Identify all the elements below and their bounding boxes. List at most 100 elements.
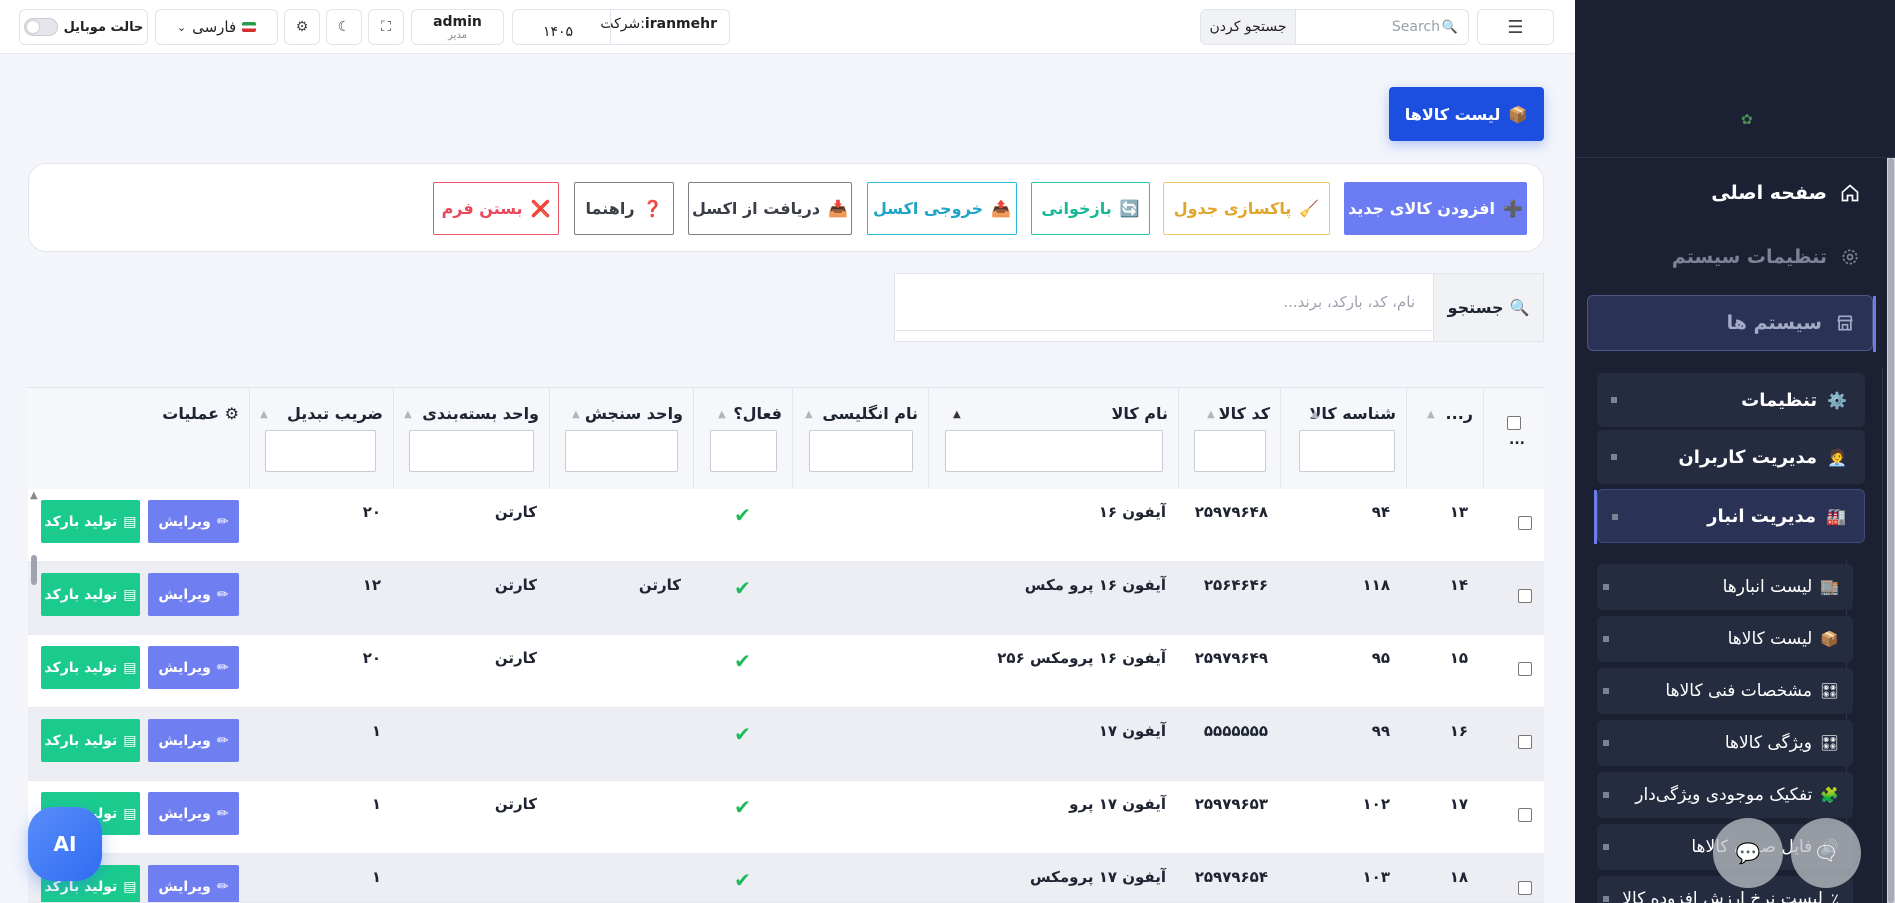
table-row[interactable]: ۱۷ ۱۰۲ ۲۵۹۷۹۶۵۳ آیفون ۱۷ پرو ✔ کارتن ۱ ✏… [28, 781, 1544, 854]
column-menu[interactable]: ... [1509, 432, 1525, 448]
warehouse-icon: 🏭 [1826, 506, 1846, 526]
generate-barcode-button[interactable]: ▤ تولید بارکد [41, 646, 140, 689]
row-checkbox[interactable] [1518, 881, 1532, 895]
col-row[interactable]: ر... ▲ [1406, 388, 1483, 489]
row-checkbox[interactable] [1518, 735, 1532, 749]
menu-toggle-button[interactable]: ☰ [1477, 9, 1554, 45]
settings-button[interactable]: ⚙ [284, 9, 320, 45]
cell-package-unit [393, 708, 537, 781]
fullscreen-button[interactable]: ⛶ [368, 9, 404, 45]
sidebar-leaf-stock-split[interactable]: 🧩 تفکیک موجودی ویژگی‌دار [1597, 772, 1853, 818]
filter-input[interactable] [409, 430, 534, 472]
chat-float-button[interactable]: 💬 [1713, 818, 1783, 888]
sidebar-item-systems[interactable]: سیستم ها [1587, 295, 1876, 352]
sidebar-item-settings[interactable]: ⚙️ تنظیمات [1597, 373, 1865, 427]
sort-icon[interactable]: ▲ [1207, 409, 1215, 420]
sidebar-scrollbar[interactable] [1887, 158, 1895, 903]
ai-assistant-button[interactable]: AI [28, 807, 102, 881]
generate-barcode-button[interactable]: ▤ تولید بارکد [41, 500, 140, 543]
sort-icon[interactable]: ▲ [1311, 409, 1319, 420]
col-english-name[interactable]: نام انگلیسی ▲ [792, 388, 928, 489]
table-row[interactable]: ۱۳ ۹۴ ۲۵۹۷۹۶۴۸ آیفون ۱۶ ✔ کارتن ۲۰ ✏ ویرا… [28, 489, 1544, 562]
mobile-mode-toggle[interactable]: حالت موبایل [19, 9, 148, 45]
cell-english-name [792, 854, 916, 902]
table-row[interactable]: ۱۶ ۹۹ ۵۵۵۵۵۵۵ آیفون ۱۷ ✔ ۱ ✏ ویرایش ▤ تولی… [28, 708, 1544, 781]
filter-input[interactable] [710, 430, 777, 472]
question-icon: ❓ [642, 199, 663, 218]
col-package-unit[interactable]: واحد بسته‌بندی ▲ [393, 388, 549, 489]
edit-button[interactable]: ✏ ویرایش [148, 646, 239, 689]
cell-product-code: ۲۵۹۷۹۶۵۴ [1194, 868, 1268, 886]
sidebar-leaf-products[interactable]: 📦 لیست کالاها [1597, 616, 1853, 662]
pencil-icon: ✏ [216, 513, 229, 530]
table-row[interactable]: ۱۵ ۹۵ ۲۵۹۷۹۶۴۹ آیفون ۱۶ پرومکس ۲۵۶ ✔ کار… [28, 635, 1544, 708]
sidebar-item-home[interactable]: صفحه اصلی [1711, 182, 1861, 204]
sidebar-item-user-management[interactable]: 🧑‍💼 مدیریت کاربران [1597, 430, 1865, 484]
row-checkbox[interactable] [1518, 808, 1532, 822]
row-checkbox[interactable] [1518, 589, 1532, 603]
col-factor[interactable]: ضریب تبدیل ▲ [249, 388, 393, 489]
product-search-input[interactable] [895, 274, 1433, 331]
magnifier-icon: 🔍 [1509, 298, 1530, 317]
sort-icon[interactable]: ▲ [404, 409, 412, 420]
language-select[interactable]: فارسی ⌄ [155, 9, 278, 45]
clean-table-button[interactable]: 🧹 پاکسازی جدول [1163, 182, 1330, 235]
sidebar-leaf-warehouses[interactable]: 🏬 لیست انبارها [1597, 564, 1853, 610]
search-button[interactable]: جستجو کردن [1201, 10, 1296, 44]
col-unit[interactable]: واحد سنجش ▲ [549, 388, 693, 489]
col-product-name[interactable]: نام کالا ▲ [928, 388, 1178, 489]
user-menu[interactable]: admin مدیر [411, 9, 504, 45]
column-header-label: واحد بسته‌بندی [422, 404, 539, 423]
edit-button[interactable]: ✏ ویرایش [148, 719, 239, 762]
sort-icon[interactable]: ▲ [953, 409, 961, 420]
col-product-id[interactable]: شناسه کالا ▲ [1280, 388, 1406, 489]
sort-icon[interactable]: ▲ [718, 409, 726, 420]
filter-input[interactable] [1299, 430, 1395, 472]
bullet-icon [1603, 584, 1609, 590]
select-all-checkbox[interactable] [1507, 416, 1521, 430]
close-form-button[interactable]: ❌ بستن فرم [433, 182, 559, 235]
edit-button[interactable]: ✏ ویرایش [148, 865, 239, 902]
table-row[interactable]: ۱۴ ۱۱۸ ۲۵۶۴۶۴۶ آیفون ۱۶ پرو مکس ✔ کارتن … [28, 562, 1544, 635]
sort-icon[interactable]: ▲ [805, 409, 813, 420]
row-checkbox[interactable] [1518, 662, 1532, 676]
filter-input[interactable] [809, 430, 913, 472]
edit-button[interactable]: ✏ ویرایش [148, 500, 239, 543]
col-product-code[interactable]: کد کالا ▲ [1178, 388, 1280, 489]
generate-barcode-button[interactable]: ▤ تولید بارکد [41, 719, 140, 762]
scroll-up-arrow-icon[interactable]: ▲ [30, 490, 38, 501]
filter-input[interactable] [265, 430, 376, 472]
table-scrollbar-thumb[interactable] [31, 555, 37, 585]
reload-button[interactable]: 🔄 بازخوانی [1031, 182, 1150, 235]
cell-english-name [792, 708, 916, 781]
col-active[interactable]: فعال؟ ▲ [693, 388, 792, 489]
export-icon: 📤 [991, 199, 1011, 218]
add-product-button[interactable]: ➕ افزودن کالای جدید [1344, 182, 1527, 235]
sort-icon[interactable]: ▲ [1427, 409, 1435, 420]
sidebar-leaf-features[interactable]: 🎛 ویژگی کالاها [1597, 720, 1853, 766]
edit-button[interactable]: ✏ ویرایش [148, 573, 239, 616]
export-excel-button[interactable]: 📤 خروجی اکسل [867, 182, 1017, 235]
filter-input[interactable] [1194, 430, 1266, 472]
filter-input[interactable] [565, 430, 678, 472]
generate-barcode-button[interactable]: ▤ تولید بارکد [41, 573, 140, 616]
help-button[interactable]: ❓ راهنما [574, 182, 674, 235]
import-excel-button[interactable]: 📥 دریافت از اکسل [688, 182, 852, 235]
sidebar-scrollbar-thumb[interactable] [1888, 158, 1894, 903]
company-selector[interactable]: شرکت:iranmehr ۱۴۰۵ [512, 9, 730, 45]
toggle-switch[interactable] [23, 18, 58, 36]
table-row[interactable]: ۱۸ ۱۰۳ ۲۵۹۷۹۶۵۴ آیفون ۱۷ پرومکس ✔ ۱ ✏ ویر… [28, 854, 1544, 903]
sidebar-leaf-specs[interactable]: 🎛 مشخصات فنی کالاها [1597, 668, 1853, 714]
sort-icon[interactable]: ▲ [572, 409, 580, 420]
dark-mode-button[interactable]: ☾ [326, 9, 362, 45]
column-header-label: ر... [1445, 404, 1473, 423]
sidebar-item-warehouse-management[interactable]: 🏭 مدیریت انبار [1594, 489, 1865, 544]
sort-icon[interactable]: ▲ [260, 409, 268, 420]
column-header-label: فعال؟ [733, 404, 782, 423]
sidebar-item-label: صفحه اصلی [1711, 182, 1827, 204]
edit-button[interactable]: ✏ ویرایش [148, 792, 239, 835]
sidebar-item-system-settings[interactable]: تنظیمات سیستم [1672, 246, 1861, 268]
message-float-button[interactable]: 🗨 [1791, 818, 1861, 888]
filter-input[interactable] [945, 430, 1163, 472]
row-checkbox[interactable] [1518, 516, 1532, 530]
